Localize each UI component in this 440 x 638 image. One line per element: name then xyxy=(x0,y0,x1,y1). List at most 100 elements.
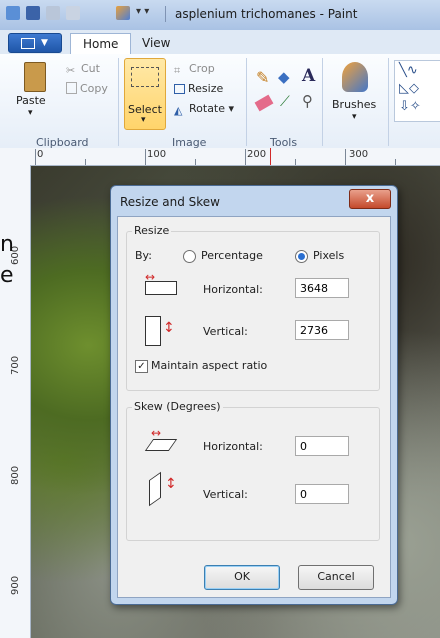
brushes-button[interactable]: Brushes ▾ xyxy=(330,60,382,130)
pixels-radio[interactable] xyxy=(295,250,308,263)
crop-button[interactable]: ⌗ Crop xyxy=(174,62,215,77)
copy-button[interactable]: Copy xyxy=(66,82,108,95)
paste-icon xyxy=(24,62,46,92)
rotate-icon: ◭ xyxy=(174,104,183,117)
dialog-title: Resize and Skew xyxy=(120,195,220,209)
redo-icon[interactable] xyxy=(66,6,80,20)
vertical-skew-icon: ↕ xyxy=(147,471,183,507)
cut-button[interactable]: ✂ Cut xyxy=(66,62,100,77)
vertical-label: Vertical: xyxy=(203,325,248,338)
skew-vertical-input[interactable] xyxy=(295,484,349,504)
fill-icon[interactable]: ◆ xyxy=(278,68,290,86)
rotate-dropdown-icon: ▾ xyxy=(225,102,235,115)
dialog-body: Resize By: Percentage Pixels ↔ Horizonta… xyxy=(117,216,391,598)
skew-group: Skew (Degrees) ↔ Horizontal: ↕ Vertical: xyxy=(126,400,380,541)
pixels-label[interactable]: Pixels xyxy=(313,249,344,262)
copy-icon xyxy=(66,82,77,94)
maintain-aspect-label[interactable]: Maintain aspect ratio xyxy=(151,359,267,372)
title-separator xyxy=(165,6,166,22)
resize-horizontal-input[interactable] xyxy=(295,278,349,298)
paint-menu-button[interactable]: ▼ xyxy=(8,33,62,53)
ruler-tick xyxy=(245,149,246,165)
skew-horizontal-label: Horizontal: xyxy=(203,440,263,453)
skew-vertical-label: Vertical: xyxy=(203,488,248,501)
cut-label: Cut xyxy=(81,62,100,75)
triangle-shape-icon[interactable]: ◺◇ xyxy=(399,81,419,96)
rotate-button[interactable]: ◭ Rotate ▾ xyxy=(174,102,235,117)
select-dropdown-icon: ▾ xyxy=(141,115,146,125)
resize-group: Resize By: Percentage Pixels ↔ Horizonta… xyxy=(126,224,380,391)
scissors-icon: ✂ xyxy=(66,64,76,77)
customize-icon[interactable] xyxy=(116,6,130,20)
cancel-button[interactable]: Cancel xyxy=(298,565,374,590)
background-text: n xyxy=(0,232,14,257)
ruler-label: 200 xyxy=(247,149,267,160)
text-icon[interactable]: A xyxy=(302,66,315,86)
skew-horizontal-input[interactable] xyxy=(295,436,349,456)
brush-icon xyxy=(342,62,368,92)
close-button[interactable]: x xyxy=(349,189,391,209)
horizontal-ruler: 0 100 200 300 xyxy=(0,148,440,166)
quick-access-dropdown-icon[interactable]: ▾ ▾ xyxy=(136,6,149,17)
crop-label: Crop xyxy=(189,62,215,75)
ruler-tick xyxy=(295,159,296,165)
resize-vertical-input[interactable] xyxy=(295,320,349,340)
paste-label: Paste xyxy=(16,94,46,107)
ruler-label: 700 xyxy=(10,355,21,375)
tab-view[interactable]: View xyxy=(130,33,182,53)
resize-icon xyxy=(174,84,185,94)
ribbon: Paste ▾ ✂ Cut Copy Clipboard Select ▾ ⌗ Cr… xyxy=(0,54,440,149)
color-picker-icon[interactable]: ⟋ xyxy=(280,94,290,110)
horizontal-resize-icon: ↔ xyxy=(145,270,177,295)
paint-app-icon[interactable] xyxy=(6,6,20,20)
ruler-label: 0 xyxy=(37,149,44,160)
ruler-tick xyxy=(195,159,196,165)
arrow-shape-icon[interactable]: ⇩✧ xyxy=(399,99,421,114)
resize-label: Resize xyxy=(188,82,224,95)
copy-label: Copy xyxy=(80,82,108,95)
by-label: By: xyxy=(135,249,152,262)
select-button[interactable]: Select ▾ xyxy=(124,58,166,130)
menu-icon xyxy=(21,38,35,49)
maintain-aspect-checkbox[interactable]: ✓ xyxy=(135,360,148,373)
ruler-label: 800 xyxy=(10,465,21,485)
ruler-tick xyxy=(145,149,146,165)
ruler-tick xyxy=(395,159,396,165)
group-separator xyxy=(246,58,247,146)
resize-legend: Resize xyxy=(132,224,172,237)
ruler-tick xyxy=(345,149,346,165)
eraser-icon[interactable] xyxy=(254,94,274,112)
ruler-label: 900 xyxy=(10,575,21,595)
close-icon: x xyxy=(365,191,375,206)
window-title: asplenium trichomanes - Paint xyxy=(175,7,358,21)
paste-button[interactable]: Paste ▾ xyxy=(16,60,50,126)
vertical-resize-icon: ↕ xyxy=(145,316,177,346)
ok-button[interactable]: OK xyxy=(204,565,280,590)
brushes-dropdown-icon: ▾ xyxy=(352,112,357,122)
shapes-gallery[interactable]: ╲∿ ◺◇ ⇩✧ xyxy=(394,60,440,122)
line-shape-icon[interactable]: ╲∿ xyxy=(399,63,418,78)
percentage-label[interactable]: Percentage xyxy=(201,249,263,262)
ruler-position-marker xyxy=(270,148,271,165)
group-separator xyxy=(322,58,323,146)
rotate-label: Rotate xyxy=(189,102,226,115)
ruler-label: 100 xyxy=(147,149,167,160)
chevron-down-icon: ▼ xyxy=(41,38,48,48)
save-icon[interactable] xyxy=(26,6,40,20)
crop-icon: ⌗ xyxy=(174,64,181,77)
horizontal-skew-icon: ↔ xyxy=(144,426,185,454)
resize-button[interactable]: Resize xyxy=(174,82,223,95)
ruler-tick xyxy=(35,149,36,165)
resize-skew-dialog: Resize and Skew x Resize By: Percentage … xyxy=(110,185,398,605)
tab-home[interactable]: Home xyxy=(70,33,132,54)
title-bar: ▾ ▾ asplenium trichomanes - Paint xyxy=(0,0,440,31)
horizontal-label: Horizontal: xyxy=(203,283,263,296)
percentage-radio[interactable] xyxy=(183,250,196,263)
group-separator xyxy=(388,58,389,146)
select-icon xyxy=(131,67,159,87)
group-separator xyxy=(118,58,119,146)
undo-icon[interactable] xyxy=(46,6,60,20)
paste-dropdown-icon: ▾ xyxy=(28,108,33,118)
pencil-icon[interactable]: ✎ xyxy=(256,68,269,87)
magnifier-icon[interactable]: ⚲ xyxy=(302,92,313,110)
